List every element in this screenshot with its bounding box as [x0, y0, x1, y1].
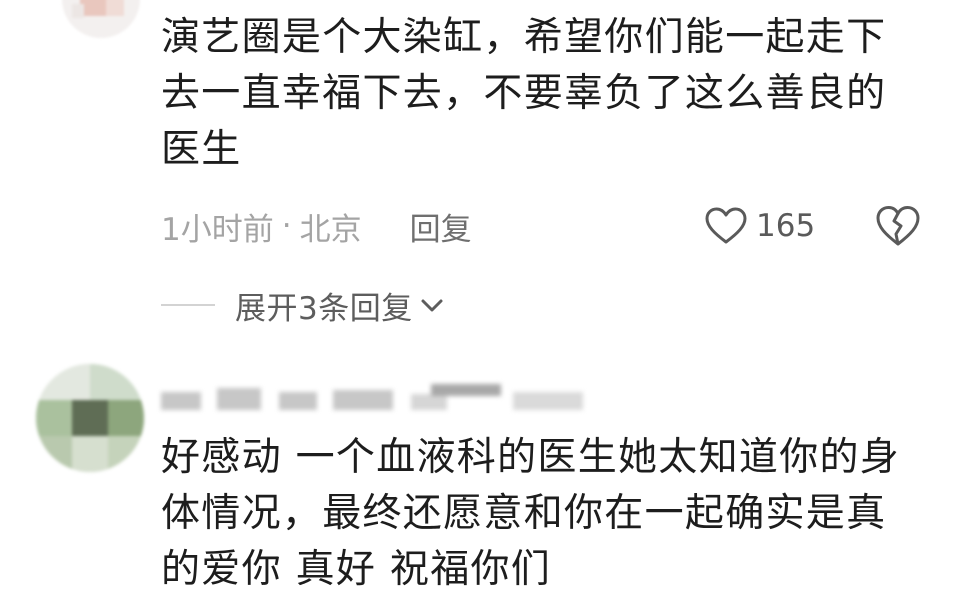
like-button[interactable]: 165: [704, 202, 815, 250]
meta-separator: ·: [281, 208, 292, 244]
chevron-down-icon: [421, 299, 443, 312]
comment-time: 1小时前: [161, 211, 274, 248]
comment-list: 演艺圈是个大染缸，希望你们能一起走下 去一直幸福下去，不要辜负了这么善良的 医生…: [0, 0, 960, 608]
broken-heart-icon: [876, 206, 920, 246]
comment-text: 好感动 一个血液科的医生她太知道你的身 体情况，最终还愿意和你在一起确实是真 的…: [161, 435, 901, 592]
comment-text: 演艺圈是个大染缸，希望你们能一起走下 去一直幸福下去，不要辜负了这么善良的 医生: [161, 15, 887, 172]
dislike-button[interactable]: [874, 204, 922, 248]
avatar[interactable]: [36, 364, 144, 472]
expand-replies-label: 展开3条回复: [235, 290, 413, 327]
heart-outline-icon: [705, 207, 747, 244]
username-obscured[interactable]: [161, 378, 621, 418]
comment-meta: 1小时前 · 北京 回复: [161, 202, 472, 250]
reply-button[interactable]: 回复: [410, 204, 472, 249]
avatar[interactable]: [62, 0, 140, 38]
like-count: 165: [756, 208, 816, 244]
expand-replies-button[interactable]: 展开3条回复: [161, 280, 445, 330]
expand-divider: [161, 304, 215, 306]
comment-location: 北京: [299, 211, 362, 248]
